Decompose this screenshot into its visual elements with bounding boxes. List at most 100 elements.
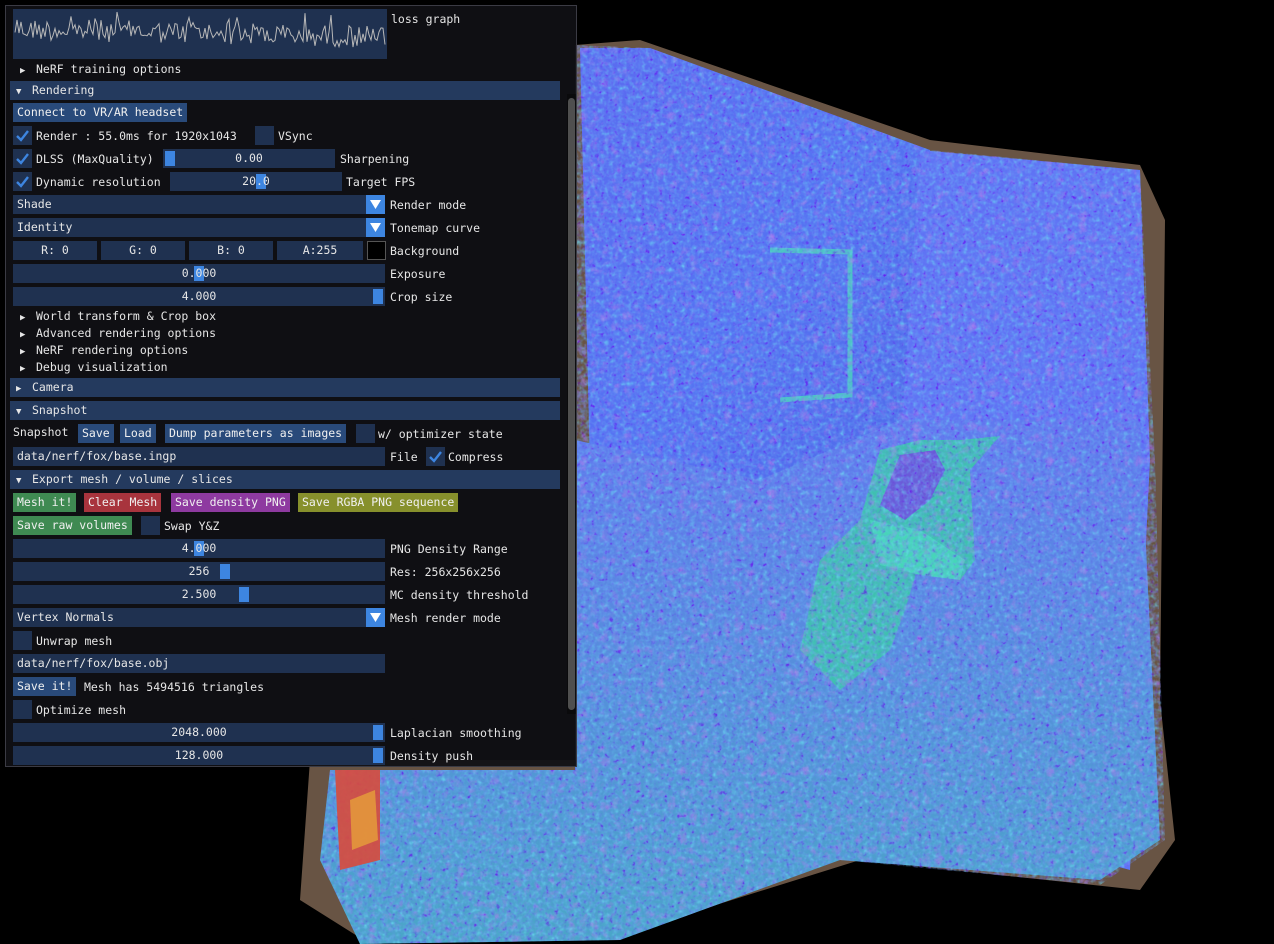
target-fps-value: 20.0 — [242, 174, 270, 188]
header-rendering[interactable]: ▼ Rendering — [10, 81, 560, 100]
tonemap-combo[interactable]: Identity — [13, 218, 385, 237]
png-density-slider[interactable]: 4.000 — [13, 539, 385, 558]
unwrap-mesh-checkbox[interactable] — [13, 631, 32, 650]
slider-grab[interactable] — [239, 587, 249, 602]
density-push-slider[interactable]: 128.000 — [13, 746, 385, 765]
dynamic-resolution-checkbox[interactable] — [13, 172, 32, 191]
crop-size-label: Crop size — [390, 290, 453, 304]
optimize-mesh-checkbox[interactable] — [13, 700, 32, 719]
slider-grab[interactable] — [373, 289, 383, 304]
mc-threshold-value: 2.500 — [181, 587, 217, 601]
snapshot-label: Snapshot — [13, 425, 69, 439]
mc-threshold-label: MC density threshold — [390, 588, 529, 602]
loss-curve — [14, 11, 386, 49]
tree-label: NeRF training options — [36, 62, 182, 76]
scrollbar-thumb[interactable] — [568, 98, 575, 710]
dlss-checkbox[interactable] — [13, 149, 32, 168]
optimizer-state-label: w/ optimizer state — [378, 427, 503, 441]
mesh-render-mode-value: Vertex Normals — [17, 610, 114, 624]
vsync-label: VSync — [278, 129, 313, 143]
bg-a-field[interactable]: A:255 — [277, 241, 363, 260]
swap-yz-label: Swap Y&Z — [164, 519, 220, 533]
resolution-slider[interactable]: 256 — [13, 562, 385, 581]
unwrap-mesh-label: Unwrap mesh — [36, 634, 113, 648]
mesh-render-mode-combo[interactable]: Vertex Normals — [13, 608, 385, 627]
mesh-it-button[interactable]: Mesh it! — [13, 493, 77, 512]
loss-graph-label: loss graph — [391, 12, 461, 26]
target-fps-label: Target FPS — [346, 175, 416, 189]
sharpening-slider[interactable]: 0.00 — [163, 149, 335, 168]
combo-arrow-icon — [366, 218, 385, 237]
render-mode-value: Shade — [17, 197, 52, 211]
header-label: Rendering — [32, 83, 95, 97]
chevron-down-icon: ▼ — [16, 407, 22, 417]
exposure-value: 0.000 — [181, 266, 217, 280]
background-label: Background — [390, 244, 460, 258]
tree-label: NeRF rendering options — [36, 343, 189, 357]
laplacian-label: Laplacian smoothing — [390, 726, 522, 740]
dump-parameters-button[interactable]: Dump parameters as images — [165, 424, 347, 443]
bg-g-field[interactable]: G: 0 — [101, 241, 185, 260]
resolution-label: Res: 256x256x256 — [390, 565, 501, 579]
mc-threshold-slider[interactable]: 2.500 — [13, 585, 385, 604]
checkmark-icon — [429, 451, 442, 463]
render-mode-combo[interactable]: Shade — [13, 195, 385, 214]
loss-graph — [13, 9, 387, 59]
chevron-right-icon: ▶ — [20, 364, 26, 374]
tree-nerf-rendering[interactable]: ▶ NeRF rendering options — [20, 342, 188, 359]
compress-label: Compress — [448, 450, 504, 464]
chevron-down-icon: ▼ — [16, 476, 22, 486]
slider-grab[interactable] — [373, 748, 383, 763]
save-rgba-png-button[interactable]: Save RGBA PNG sequence — [298, 493, 459, 512]
control-panel: loss graph ▶ NeRF training options ▼ Rende… — [5, 5, 577, 767]
header-label: Export mesh / volume / slices — [32, 472, 233, 486]
png-density-label: PNG Density Range — [390, 542, 508, 556]
chevron-right-icon: ▶ — [20, 66, 26, 76]
target-fps-slider[interactable]: 20.0 — [170, 172, 342, 191]
tree-world-transform[interactable]: ▶ World transform & Crop box — [20, 308, 216, 325]
slider-grab[interactable] — [220, 564, 230, 579]
vsync-checkbox[interactable] — [255, 126, 274, 145]
dynamic-resolution-label: Dynamic resolution — [36, 175, 161, 189]
header-camera[interactable]: ▶ Camera — [10, 378, 560, 397]
laplacian-smoothing-slider[interactable]: 2048.000 — [13, 723, 385, 742]
tree-label: Advanced rendering options — [36, 326, 217, 340]
snapshot-file-input[interactable]: data/nerf/fox/base.ingp — [13, 447, 385, 466]
bg-r-field[interactable]: R: 0 — [13, 241, 97, 260]
optimize-mesh-label: Optimize mesh — [36, 703, 127, 717]
save-density-png-button[interactable]: Save density PNG — [171, 493, 290, 512]
snapshot-save-button[interactable]: Save — [78, 424, 114, 443]
tree-debug-visualization[interactable]: ▶ Debug visualization — [20, 359, 168, 376]
compress-checkbox[interactable] — [426, 447, 445, 466]
header-label: Snapshot — [32, 403, 88, 417]
mesh-info: Mesh has 5494516 triangles — [84, 680, 265, 694]
combo-arrow-icon — [366, 195, 385, 214]
crop-size-slider[interactable]: 4.000 — [13, 287, 385, 306]
background-color-swatch[interactable] — [367, 241, 386, 260]
header-export-mesh[interactable]: ▼ Export mesh / volume / slices — [10, 470, 560, 489]
render-checkbox[interactable] — [13, 126, 32, 145]
header-snapshot[interactable]: ▼ Snapshot — [10, 401, 560, 420]
tree-advanced-rendering[interactable]: ▶ Advanced rendering options — [20, 325, 216, 342]
exposure-label: Exposure — [390, 267, 446, 281]
density-push-label: Density push — [390, 749, 474, 763]
tree-label: Debug visualization — [36, 360, 168, 374]
swap-yz-checkbox[interactable] — [141, 516, 160, 535]
connect-vr-button[interactable]: Connect to VR/AR headset — [13, 103, 188, 122]
mesh-path-input[interactable]: data/nerf/fox/base.obj — [13, 654, 385, 673]
slider-grab[interactable] — [373, 725, 383, 740]
sharpening-value: 0.00 — [235, 151, 263, 165]
slider-grab[interactable] — [165, 151, 175, 166]
bg-b-field[interactable]: B: 0 — [189, 241, 273, 260]
clear-mesh-button[interactable]: Clear Mesh — [84, 493, 162, 512]
render-label: Render : 55.0ms for 1920x1043 — [36, 129, 237, 143]
loss-graph-plot — [14, 11, 386, 49]
resolution-value: 256 — [188, 564, 210, 578]
save-raw-volumes-button[interactable]: Save raw volumes — [13, 516, 132, 535]
optimizer-state-checkbox[interactable] — [356, 424, 375, 443]
mesh-render-mode-label: Mesh render mode — [390, 611, 501, 625]
tree-nerf-training-options[interactable]: ▶ NeRF training options — [20, 61, 181, 78]
save-mesh-button[interactable]: Save it! — [13, 677, 77, 696]
exposure-slider[interactable]: 0.000 — [13, 264, 385, 283]
snapshot-load-button[interactable]: Load — [120, 424, 156, 443]
